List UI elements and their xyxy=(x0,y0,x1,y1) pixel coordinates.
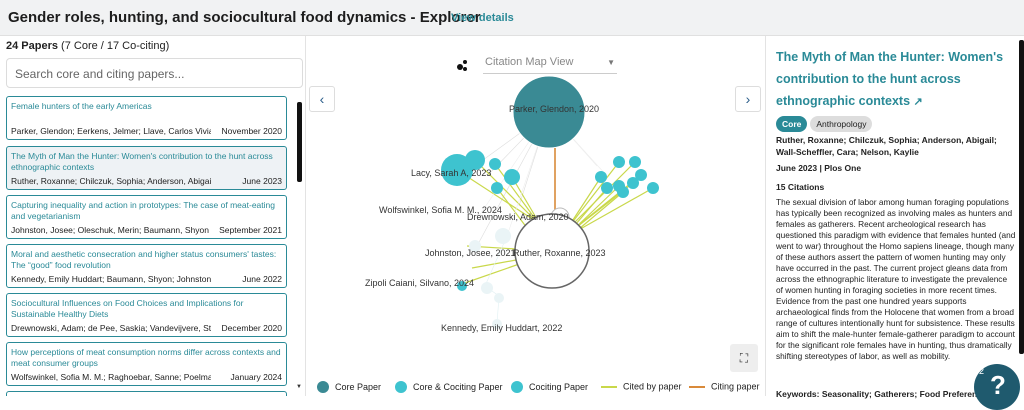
scrollbar-thumb[interactable] xyxy=(297,102,302,182)
node-label: Ruther, Roxanne, 2023 xyxy=(513,248,606,258)
list-item-selected[interactable]: The Myth of Man the Hunter: Women's cont… xyxy=(6,146,287,190)
list-item[interactable] xyxy=(6,391,287,396)
node-label: Zipoli Caiani, Silvano, 2024 xyxy=(365,278,474,288)
legend-core-paper: Core Paper xyxy=(317,381,381,393)
top-bar: Gender roles, hunting, and sociocultural… xyxy=(0,0,1024,36)
detail-abstract: The sexual division of labor among human… xyxy=(776,197,1016,361)
paper-list-panel: 24 Papers (7 Core / 17 Co-citing) Search… xyxy=(0,36,306,396)
legend-citing: Citing paper xyxy=(689,381,760,392)
tag-list: Core Anthropology xyxy=(776,114,875,132)
node-label: Kennedy, Emily Huddart, 2022 xyxy=(441,323,562,333)
paper-list: Female hunters of the early Americas Par… xyxy=(6,96,296,396)
paper-detail-panel: The Myth of Man the Hunter: Women's cont… xyxy=(765,36,1024,399)
legend-cociting: Cociting Paper xyxy=(511,381,588,393)
detail-date: June 2023 | Plos One xyxy=(776,163,862,173)
list-item[interactable]: Female hunters of the early Americas Par… xyxy=(6,96,287,140)
node-label: Parker, Glendon, 2020 xyxy=(509,104,599,114)
legend-cited-by: Cited by paper xyxy=(601,381,682,392)
detail-citations: 15 Citations xyxy=(776,182,825,192)
citation-map-panel: ‹ › Citation Map View ▼ Parker, Glendon,… xyxy=(307,36,764,396)
legend-core-cociting: Core & Cociting Paper xyxy=(395,381,503,393)
tag-core: Core xyxy=(776,116,808,132)
map-legend: Core Paper Core & Cociting Paper Cocitin… xyxy=(307,378,764,396)
detail-title[interactable]: The Myth of Man the Hunter: Women's cont… xyxy=(776,46,1016,113)
notification-badge: 2 xyxy=(979,366,985,376)
tag-anthropology: Anthropology xyxy=(810,116,873,132)
node-label: Johnston, Josee, 2021 xyxy=(425,248,516,258)
focus-icon[interactable]: ⛶ xyxy=(730,344,758,372)
list-item[interactable]: How perceptions of meat consumption norm… xyxy=(6,342,287,386)
scroll-down-icon[interactable]: ▼ xyxy=(296,384,302,390)
view-details-link[interactable]: View details xyxy=(451,12,514,24)
external-link-icon: ↗ xyxy=(913,96,923,108)
node-label: Drewnowski, Adam, 2020 xyxy=(467,212,569,222)
paper-count: 24 Papers (7 Core / 17 Co-citing) xyxy=(6,40,170,52)
detail-authors: Ruther, Roxanne; Chilczuk, Sophia; Ander… xyxy=(776,135,997,157)
page-title: Gender roles, hunting, and sociocultural… xyxy=(8,9,481,26)
citation-graph[interactable]: Parker, Glendon, 2020 Lacy, Sarah A, 202… xyxy=(307,36,764,376)
search-input[interactable]: Search core and citing papers... xyxy=(6,58,303,88)
list-item[interactable]: Moral and aesthetic consecration and hig… xyxy=(6,244,287,288)
list-item[interactable]: Sociocultural Influences on Food Choices… xyxy=(6,293,287,337)
node-label: Lacy, Sarah A, 2023 xyxy=(411,168,491,178)
help-button[interactable]: 2 ? xyxy=(974,364,1020,410)
help-icon: ? xyxy=(990,370,1006,400)
scrollbar-thumb[interactable] xyxy=(1019,40,1024,354)
list-item[interactable]: Capturing inequality and action in proto… xyxy=(6,195,287,239)
